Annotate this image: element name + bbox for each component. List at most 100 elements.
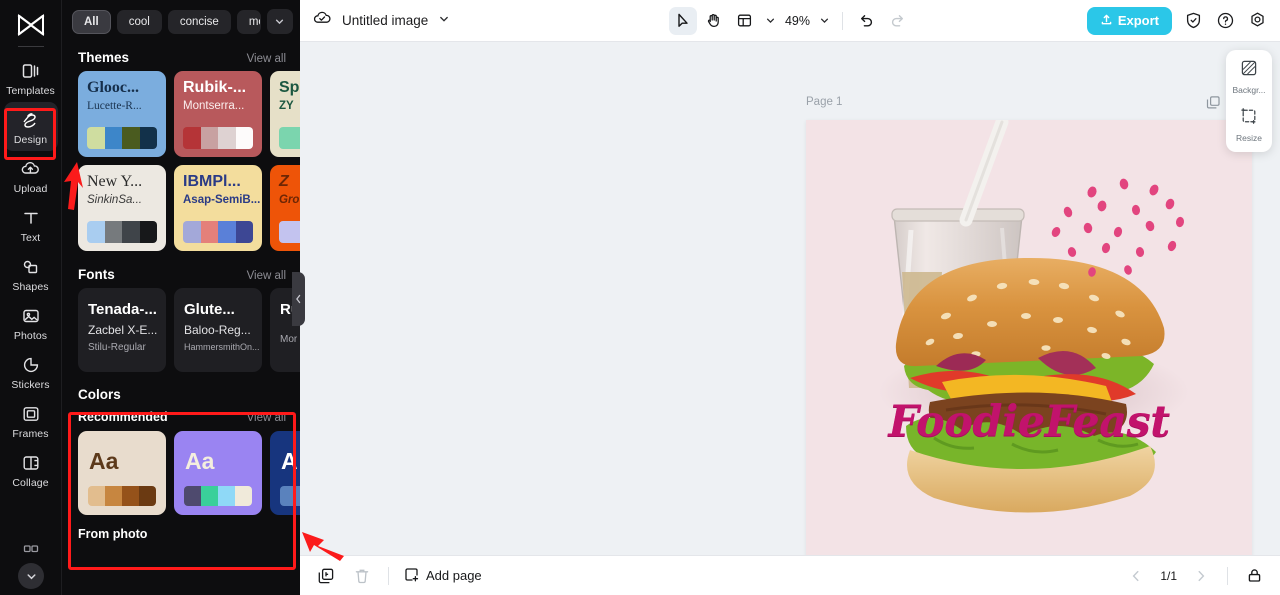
colors-recommended-header: Recommended View all (62, 404, 300, 431)
bottom-divider (388, 566, 389, 585)
themes-row-2: New Y... SinkinSa... IBMPl... Asap-SemiB… (62, 165, 300, 251)
sidebar-item-label: Frames (12, 428, 49, 440)
stickers-icon (21, 354, 41, 376)
colors-view-all[interactable]: View all (247, 412, 286, 424)
chip-modern[interactable]: modern (236, 9, 261, 34)
duplicate-icon[interactable] (314, 564, 338, 588)
hand-tool-button[interactable] (700, 7, 728, 35)
sidebar-item-collage[interactable]: Collage (4, 445, 58, 494)
theme-card-title: New Y... (87, 173, 143, 190)
theme-card[interactable]: Sp ZY (270, 71, 300, 157)
chip-concise[interactable]: concise (167, 9, 231, 34)
sidebar-item-text[interactable]: Text (4, 200, 58, 249)
cloud-saved-icon (312, 8, 332, 33)
colors-recommended-label: Recommended (78, 410, 168, 424)
font-card[interactable]: Glute... Baloo-Reg... HammersmithOn... (174, 288, 262, 372)
zoom-caret-button[interactable] (815, 7, 833, 35)
theme-card-subtitle: Montserra... (183, 99, 245, 112)
sidebar-item-photos[interactable]: Photos (4, 298, 58, 347)
expand-rail-button[interactable] (18, 563, 44, 589)
theme-card-title: Z (279, 173, 289, 190)
duplicate-page-icon[interactable] (1206, 95, 1221, 115)
theme-card[interactable]: Glooc... Lucette-R... (78, 71, 166, 157)
theme-swatches (183, 127, 253, 149)
theme-card-title: IBMPl... (183, 173, 241, 190)
upload-cloud-icon (20, 158, 41, 180)
chevron-down-icon[interactable] (266, 9, 293, 34)
fonts-row: Tenada-... Zacbel X-E... Stilu-Regular G… (62, 288, 300, 372)
design-panel: All cool concise modern Themes View all … (62, 0, 300, 595)
layout-caret-button[interactable] (762, 7, 780, 35)
layout-tool-button[interactable] (731, 7, 759, 35)
redo-button[interactable] (883, 7, 911, 35)
add-page-icon (403, 566, 420, 586)
font-card[interactable]: Tenada-... Zacbel X-E... Stilu-Regular (78, 288, 166, 372)
text-icon (21, 207, 41, 229)
zoom-level[interactable]: 49% (783, 14, 812, 28)
background-label: Backgr... (1232, 85, 1266, 95)
shield-check-icon[interactable] (1182, 10, 1204, 32)
sidebar-item-upload[interactable]: Upload (4, 151, 58, 200)
theme-card[interactable]: New Y... SinkinSa... (78, 165, 166, 251)
theme-card[interactable]: IBMPl... Asap-SemiB... (174, 165, 262, 251)
sidebar-item-label: Collage (12, 477, 49, 489)
fonts-view-all[interactable]: View all (247, 270, 286, 282)
export-button[interactable]: Export (1086, 6, 1172, 35)
chip-cool[interactable]: cool (116, 9, 162, 34)
font-card-primary: Tenada-... (88, 301, 157, 318)
sidebar-item-label: Stickers (11, 379, 50, 391)
photos-icon (21, 305, 41, 327)
add-page-label: Add page (426, 568, 482, 583)
add-page-button[interactable]: Add page (403, 566, 482, 586)
themes-view-all[interactable]: View all (247, 53, 286, 65)
font-card-primary: Glute... (184, 301, 235, 318)
fonts-title: Fonts (78, 267, 115, 282)
sidebar-item-shapes[interactable]: Shapes (4, 249, 58, 298)
theme-card-title: Sp (279, 79, 300, 96)
colors-row: Aa Aa A (62, 431, 300, 515)
sidebar-item-stickers[interactable]: Stickers (4, 347, 58, 396)
theme-card[interactable]: Z Gro (270, 165, 300, 251)
chip-all[interactable]: All (72, 9, 111, 34)
resize-button[interactable]: Resize (1226, 107, 1272, 143)
lock-icon[interactable] (1242, 564, 1266, 588)
sidebar-item-frames[interactable]: Frames (4, 396, 58, 445)
prev-page-button[interactable] (1124, 564, 1148, 588)
undo-button[interactable] (852, 7, 880, 35)
theme-card-subtitle: Gro (279, 193, 300, 206)
question-circle-icon[interactable] (1214, 10, 1236, 32)
trash-icon[interactable] (350, 564, 374, 588)
font-card-tertiary: HammersmithOn... (184, 342, 260, 353)
theme-card-subtitle: SinkinSa... (87, 193, 142, 206)
select-tool-button[interactable] (668, 6, 697, 35)
sidebar-item-templates[interactable]: Templates (4, 53, 58, 102)
theme-card-title: Glooc... (87, 79, 139, 96)
design-title-text[interactable]: FoodieFeast (806, 397, 1252, 447)
themes-header: Themes View all (62, 42, 300, 71)
theme-card-subtitle: Lucette-R... (87, 99, 142, 112)
shapes-icon (20, 256, 41, 278)
artboard[interactable]: FoodieFeast (806, 120, 1252, 555)
page-indicator: 1/1 (1160, 568, 1177, 583)
theme-swatches (279, 127, 300, 149)
sidebar-item-label: Upload (13, 183, 48, 195)
sidebar-item-design[interactable]: Design (3, 102, 58, 151)
color-card-sample: A (281, 448, 298, 474)
color-card[interactable]: Aa (78, 431, 166, 515)
background-button[interactable]: Backgr... (1226, 59, 1272, 95)
theme-card[interactable]: Rubik-... Montserra... (174, 71, 262, 157)
document-title[interactable]: Untitled image (342, 13, 428, 28)
next-page-button[interactable] (1189, 564, 1213, 588)
gear-icon[interactable] (1246, 10, 1268, 32)
canvas-area[interactable]: Page 1 FoodieFeast Backgr... Resize (300, 42, 1280, 555)
color-card[interactable]: Aa (174, 431, 262, 515)
top-toolbar: Untitled image 49% Export (300, 0, 1280, 42)
color-card[interactable]: A (270, 431, 300, 515)
collapse-panel-handle[interactable] (292, 272, 305, 326)
collage-icon (21, 452, 41, 474)
chevron-down-icon[interactable] (438, 12, 450, 30)
sidebar-item-label: Shapes (12, 281, 49, 293)
color-card-sample: Aa (89, 448, 119, 474)
theme-swatches (87, 221, 157, 243)
bottom-right-controls: 1/1 (1124, 564, 1266, 588)
